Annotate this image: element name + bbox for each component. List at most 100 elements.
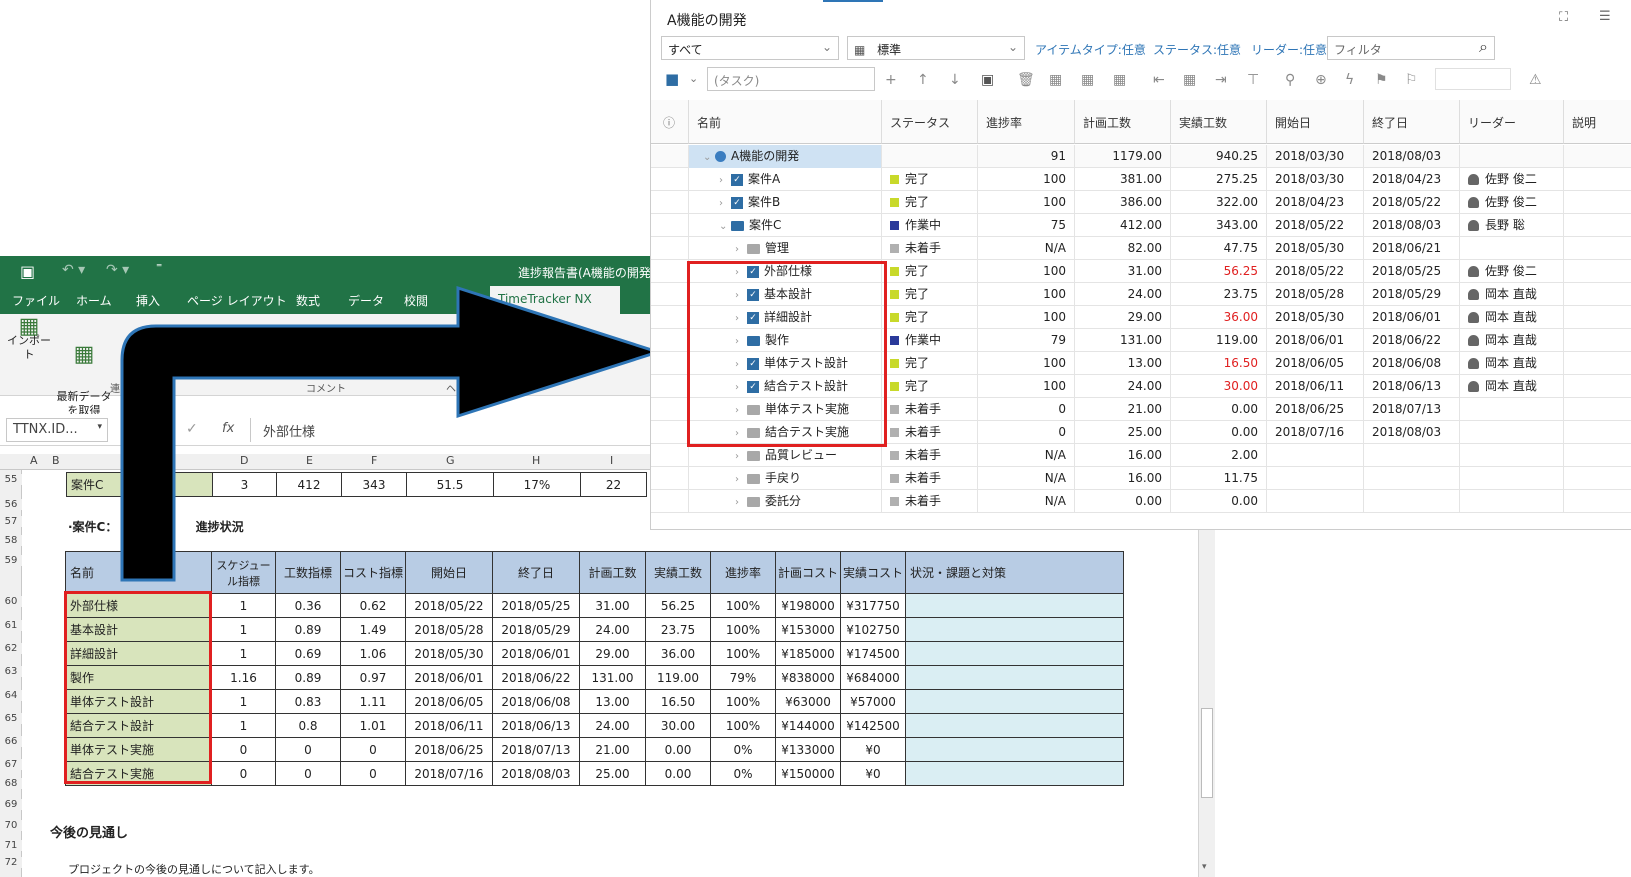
status-cell[interactable]: 未着手: [882, 444, 978, 467]
progress-cell[interactable]: 100: [978, 306, 1075, 329]
column-b[interactable]: B: [52, 454, 60, 467]
tab-home[interactable]: ホーム: [76, 292, 112, 309]
expand-icon[interactable]: ⛶: [1559, 10, 1568, 25]
import-button[interactable]: ▦ インポート: [6, 316, 52, 362]
chevron-right-icon[interactable]: ›: [735, 239, 747, 260]
table-cell[interactable]: 21.00: [579, 737, 646, 762]
move-down-icon[interactable]: ↓: [949, 72, 961, 88]
plan-hours-cell[interactable]: 16.00: [1075, 444, 1171, 467]
table-cell[interactable]: 0.97: [340, 665, 406, 690]
status-filter-link[interactable]: ステータス:任意: [1153, 41, 1241, 58]
row-number[interactable]: 58: [0, 535, 22, 546]
row-number[interactable]: 56: [0, 499, 22, 510]
leader-cell[interactable]: 岡本 直哉: [1460, 306, 1564, 329]
filter-input[interactable]: フィルタ ⌕: [1327, 36, 1495, 60]
table-cell[interactable]: ¥144000: [775, 713, 841, 738]
row-number[interactable]: 64: [0, 690, 22, 701]
tab-file[interactable]: ファイル: [12, 292, 60, 309]
row-number[interactable]: 70: [0, 820, 22, 831]
table-cell[interactable]: 0: [275, 761, 341, 786]
task-row[interactable]: ⌄ 案件C 作業中 75 412.00 343.00 2018/05/22 2018/08/0…: [651, 214, 1631, 237]
description-cell[interactable]: [1564, 214, 1631, 237]
task-row[interactable]: ⌄ A機能の開発 91 1179.00 940.25 2018/03/30 2018/08/…: [651, 145, 1631, 168]
status-cell[interactable]: 完了: [882, 352, 978, 375]
start-date-cell[interactable]: 2018/05/30: [1267, 306, 1364, 329]
chevron-right-icon[interactable]: ›: [735, 469, 747, 490]
row-number[interactable]: 55: [0, 474, 22, 485]
description-cell[interactable]: [1564, 260, 1631, 283]
start-date-cell[interactable]: 2018/05/22: [1267, 260, 1364, 283]
dropdown[interactable]: [1435, 68, 1511, 90]
description-cell[interactable]: [1564, 191, 1631, 214]
description-cell[interactable]: [1564, 375, 1631, 398]
task-name-cell[interactable]: › ✓ 案件A: [689, 168, 882, 191]
description-cell[interactable]: [1564, 398, 1631, 421]
actual-hours-cell[interactable]: 322.00: [1171, 191, 1267, 214]
table-cell[interactable]: 24.00: [579, 617, 646, 642]
comment-cell[interactable]: [905, 761, 1124, 786]
status-cell[interactable]: 作業中: [882, 214, 978, 237]
name-box[interactable]: TTNX.ID... ▾: [6, 418, 108, 442]
task-row[interactable]: › 品質レビュー 未着手 N/A 16.00 2.00: [651, 444, 1631, 467]
description-cell[interactable]: [1564, 444, 1631, 467]
progress-cell[interactable]: 100: [978, 283, 1075, 306]
table-cell[interactable]: 0%: [710, 737, 776, 762]
table-cell[interactable]: 24.00: [579, 713, 646, 738]
table-cell[interactable]: 2018/05/28: [405, 617, 493, 642]
table-cell[interactable]: 0.36: [275, 593, 341, 618]
table-cell[interactable]: 0.83: [275, 689, 341, 714]
progress-cell[interactable]: 100: [978, 260, 1075, 283]
start-date-cell[interactable]: [1267, 444, 1364, 467]
end-date-cell[interactable]: 2018/06/21: [1364, 237, 1460, 260]
table-cell[interactable]: 0.89: [275, 665, 341, 690]
table-cell[interactable]: 2018/06/01: [492, 641, 580, 666]
end-date-cell[interactable]: 2018/05/22: [1364, 191, 1460, 214]
actual-hours-cell[interactable]: 23.75: [1171, 283, 1267, 306]
leader-cell[interactable]: 長野 聡: [1460, 214, 1564, 237]
description-cell[interactable]: [1564, 329, 1631, 352]
col-header-leader[interactable]: リーダー: [1460, 100, 1564, 144]
table-cell[interactable]: 36.00: [645, 641, 711, 666]
task-name-cell[interactable]: › ✓ 案件B: [689, 191, 882, 214]
progress-cell[interactable]: N/A: [978, 444, 1075, 467]
table-cell[interactable]: 0.8: [275, 713, 341, 738]
row-number[interactable]: 57: [0, 516, 22, 527]
description-cell[interactable]: [1564, 490, 1631, 513]
actual-hours-cell[interactable]: 2.00: [1171, 444, 1267, 467]
status-cell[interactable]: 完了: [882, 283, 978, 306]
plan-hours-cell[interactable]: 29.00: [1075, 306, 1171, 329]
task-row[interactable]: › ✓ 案件A 完了 100 381.00 275.25 2018/03/30 2018/04/…: [651, 168, 1631, 191]
info-icon[interactable]: ⓘ: [651, 100, 689, 144]
move-up-icon[interactable]: ↑: [917, 72, 929, 88]
table-cell[interactable]: 0.00: [645, 761, 711, 786]
pin-icon[interactable]: ⚲: [1285, 72, 1295, 88]
progress-cell[interactable]: 91: [978, 145, 1075, 168]
table-cell[interactable]: 23.75: [645, 617, 711, 642]
actual-hours-cell[interactable]: 343.00: [1171, 214, 1267, 237]
col-header-progress[interactable]: 進捗率: [978, 100, 1075, 144]
col-header-description[interactable]: 説明: [1564, 100, 1631, 144]
end-date-cell[interactable]: 2018/04/23: [1364, 168, 1460, 191]
leader-cell[interactable]: [1460, 237, 1564, 260]
plan-hours-cell[interactable]: 24.00: [1075, 375, 1171, 398]
plan-hours-cell[interactable]: 1179.00: [1075, 145, 1171, 168]
table-cell[interactable]: 56.25: [645, 593, 711, 618]
description-cell[interactable]: [1564, 352, 1631, 375]
leader-cell[interactable]: 佐野 俊二: [1460, 168, 1564, 191]
first-icon[interactable]: ⇤: [1153, 72, 1165, 88]
actual-hours-cell[interactable]: 36.00: [1171, 306, 1267, 329]
actual-hours-cell[interactable]: 11.75: [1171, 467, 1267, 490]
start-date-cell[interactable]: 2018/03/30: [1267, 145, 1364, 168]
plan-hours-cell[interactable]: 381.00: [1075, 168, 1171, 191]
chevron-right-icon[interactable]: ›: [719, 170, 731, 191]
progress-cell[interactable]: N/A: [978, 467, 1075, 490]
table-cell[interactable]: 0%: [710, 761, 776, 786]
leader-cell[interactable]: 佐野 俊二: [1460, 260, 1564, 283]
row-number[interactable]: 67: [0, 759, 22, 770]
table-cell[interactable]: 0: [211, 737, 276, 762]
status-cell[interactable]: 未着手: [882, 490, 978, 513]
download-icon[interactable]: ⊕: [1315, 72, 1327, 88]
chevron-right-icon[interactable]: ›: [735, 492, 747, 513]
start-date-cell[interactable]: 2018/06/01: [1267, 329, 1364, 352]
plan-hours-cell[interactable]: 25.00: [1075, 421, 1171, 444]
